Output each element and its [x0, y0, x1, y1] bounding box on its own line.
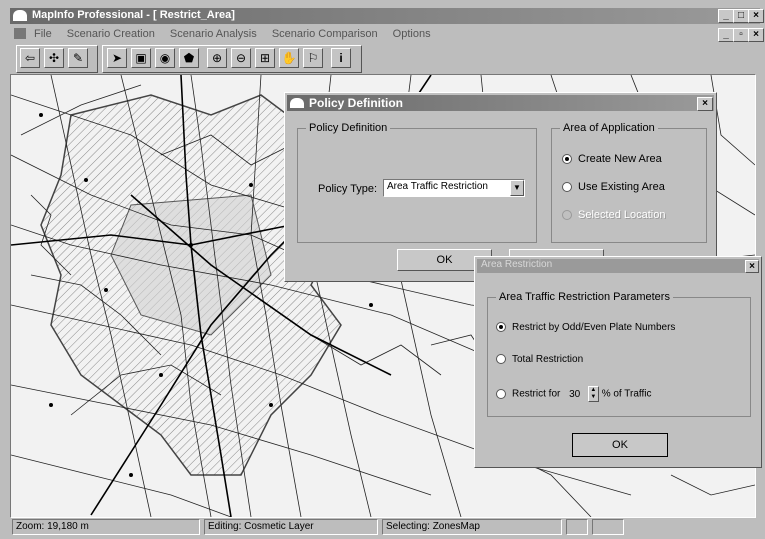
zoom-in-icon[interactable]: ⊕	[207, 48, 227, 68]
select-rect-icon[interactable]: ▣	[131, 48, 151, 68]
area-restriction-dialog: Area Restriction × Area Traffic Restrict…	[474, 256, 762, 468]
odd-even-option[interactable]: Restrict by Odd/Even Plate Numbers	[496, 322, 675, 333]
selected-location-option: Selected Location	[562, 209, 665, 221]
dialog-logo-icon	[290, 98, 304, 108]
percent-restriction-option[interactable]: Restrict for 30 ▲ ▼ % of Traffic	[496, 386, 652, 402]
app-title-bar: MapInfo Professional - [ Restrict_Area] …	[10, 8, 764, 24]
doc-minimize-button[interactable]: _	[718, 28, 734, 42]
status-extra-1	[566, 519, 588, 535]
minimize-button[interactable]: _	[718, 9, 734, 23]
area-traffic-restriction-group: Area Traffic Restriction Parameters Rest…	[487, 291, 751, 417]
zoom-out-icon[interactable]: ⊖	[231, 48, 251, 68]
pencil-icon[interactable]: ✎	[68, 48, 88, 68]
menu-options[interactable]: Options	[393, 28, 431, 40]
use-existing-area-radio[interactable]	[562, 182, 572, 193]
percent-spinner[interactable]: ▲ ▼	[587, 386, 599, 402]
percent-value[interactable]: 30	[569, 389, 585, 400]
status-selecting: Selecting: ZonesMap	[382, 519, 562, 535]
menu-scenario-comparison[interactable]: Scenario Comparison	[272, 28, 378, 40]
restriction-ok-button[interactable]: OK	[572, 433, 668, 457]
area-restriction-close-button[interactable]: ×	[745, 260, 759, 273]
doc-icon	[14, 28, 26, 39]
policy-definition-group-title: Policy Definition	[306, 122, 391, 134]
pan-hand-icon[interactable]: ✋	[279, 48, 299, 68]
status-zoom: Zoom: 19,180 m	[12, 519, 200, 535]
create-new-area-radio[interactable]	[562, 154, 572, 165]
policy-definition-group: Policy Definition Policy Type: Area Traf…	[297, 122, 537, 243]
area-of-application-group: Area of Application Create New Area Use …	[551, 122, 707, 243]
change-view-icon[interactable]: ⊞	[255, 48, 275, 68]
policy-type-select[interactable]: Area Traffic Restriction ▼	[383, 179, 525, 197]
menu-bar: File Scenario Creation Scenario Analysis…	[10, 26, 764, 42]
app-logo-icon	[13, 10, 27, 21]
app-title: MapInfo Professional - [ Restrict_Area]	[32, 9, 235, 21]
total-restriction-radio[interactable]	[496, 354, 506, 365]
create-new-area-option[interactable]: Create New Area	[562, 153, 662, 165]
menu-scenario-analysis[interactable]: Scenario Analysis	[170, 28, 257, 40]
menu-file[interactable]: File	[34, 28, 52, 40]
layer-icon[interactable]: ✣	[44, 48, 64, 68]
policy-type-value: Area Traffic Restriction	[387, 181, 488, 192]
policy-dialog-title: Policy Definition	[309, 96, 404, 110]
doc-close-button[interactable]: ×	[748, 28, 764, 42]
close-button[interactable]: ×	[748, 9, 764, 23]
status-extra-2	[592, 519, 624, 535]
percent-restriction-radio[interactable]	[496, 389, 506, 399]
label-icon[interactable]: ⚐	[303, 48, 323, 68]
odd-even-radio[interactable]	[496, 322, 506, 333]
doc-restore-button[interactable]: ▫	[733, 28, 749, 42]
maximize-button[interactable]: □	[733, 9, 749, 23]
area-of-application-group-title: Area of Application	[560, 122, 658, 134]
back-icon[interactable]: ⇦	[20, 48, 40, 68]
policy-definition-dialog: Policy Definition × Policy Definition Po…	[284, 92, 717, 282]
total-restriction-option[interactable]: Total Restriction	[496, 354, 583, 365]
menu-scenario-creation[interactable]: Scenario Creation	[67, 28, 155, 40]
policy-type-label: Policy Type:	[318, 183, 378, 195]
area-traffic-restriction-group-title: Area Traffic Restriction Parameters	[496, 291, 673, 303]
policy-dialog-close-button[interactable]: ×	[697, 97, 713, 111]
use-existing-area-option[interactable]: Use Existing Area	[562, 181, 665, 193]
chevron-down-icon[interactable]: ▼	[510, 180, 524, 196]
status-editing: Editing: Cosmetic Layer	[204, 519, 378, 535]
select-radius-icon[interactable]: ◉	[155, 48, 175, 68]
policy-dialog-title-bar: Policy Definition ×	[287, 95, 714, 111]
info-icon[interactable]: i	[331, 48, 351, 68]
pointer-icon[interactable]: ➤	[107, 48, 127, 68]
area-restriction-title-bar: Area Restriction ×	[477, 259, 759, 273]
select-region-icon[interactable]: ⬟	[179, 48, 199, 68]
selected-location-radio	[562, 210, 572, 221]
area-restriction-title: Area Restriction	[481, 259, 553, 270]
